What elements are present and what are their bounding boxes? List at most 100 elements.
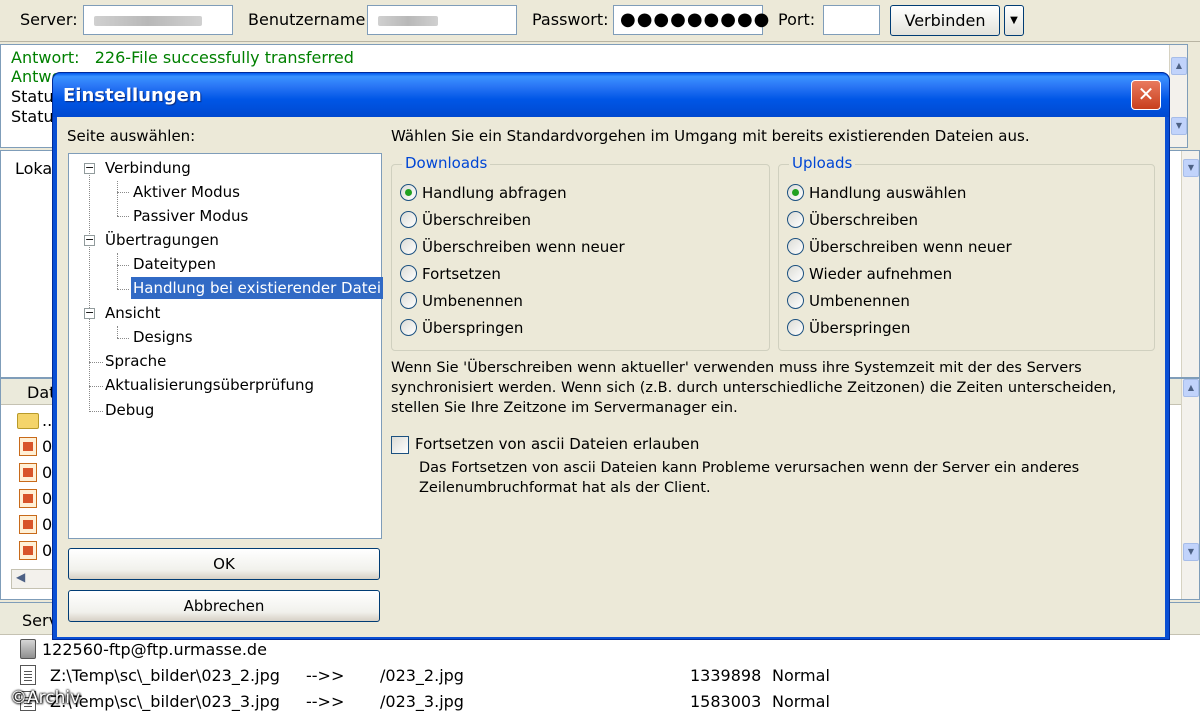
radio-label[interactable]: Fortsetzen bbox=[422, 263, 501, 285]
queue-server[interactable]: 122560-ftp@ftp.urmasse.de bbox=[42, 640, 267, 659]
collapse-icon[interactable]: − bbox=[84, 307, 95, 319]
radio-label[interactable]: Überspringen bbox=[809, 317, 910, 339]
password-label: Passwort: bbox=[532, 10, 609, 29]
queue-local-path[interactable]: Z:\Temp\sc\_bilder\023_3.jpg bbox=[50, 692, 280, 711]
radio-button[interactable] bbox=[400, 265, 417, 282]
dialog-title: Einstellungen bbox=[63, 85, 202, 106]
dialog-body: Seite auswählen: − Verbindung Aktiver Mo… bbox=[57, 117, 1165, 637]
downloads-group: Downloads Handlung abfragen Überschreibe… bbox=[391, 154, 770, 351]
collapse-icon[interactable]: − bbox=[84, 162, 95, 174]
close-icon[interactable]: ✕ bbox=[1131, 80, 1161, 110]
radio-button[interactable] bbox=[400, 211, 417, 228]
tree-item-dateitypen[interactable]: Dateitypen bbox=[131, 253, 218, 275]
radio-button[interactable] bbox=[787, 319, 804, 336]
file-icon bbox=[19, 437, 37, 456]
radio-label[interactable]: Überschreiben wenn neuer bbox=[422, 236, 625, 258]
local-scrollbar[interactable]: ▼ bbox=[1181, 151, 1199, 377]
cancel-button[interactable]: Abbrechen bbox=[68, 590, 380, 622]
tree-item-designs[interactable]: Designs bbox=[131, 326, 195, 348]
port-input[interactable] bbox=[823, 5, 880, 35]
radio-button[interactable] bbox=[787, 265, 804, 282]
file-icon bbox=[19, 515, 37, 534]
radio-button[interactable] bbox=[787, 238, 804, 255]
intro-text: Wählen Sie ein Standardvorgehen im Umgan… bbox=[391, 127, 1030, 145]
username-input[interactable] bbox=[367, 5, 517, 35]
tree-item-debug[interactable]: Debug bbox=[103, 399, 156, 421]
radio-label[interactable]: Handlung abfragen bbox=[422, 182, 567, 204]
uploads-title: Uploads bbox=[789, 154, 856, 172]
parent-folder[interactable]: .. bbox=[42, 411, 52, 430]
radio-button[interactable] bbox=[400, 184, 417, 201]
scroll-up-icon[interactable]: ▲ bbox=[1171, 57, 1187, 75]
tree-item-aktiver-modus[interactable]: Aktiver Modus bbox=[131, 181, 242, 203]
help-line: Zeilenumbruchformat hat als der Client. bbox=[419, 480, 711, 496]
radio-button[interactable] bbox=[400, 238, 417, 255]
file-row[interactable]: 0 bbox=[42, 489, 52, 508]
ascii-resume-checkbox[interactable] bbox=[391, 436, 409, 454]
radio-label[interactable]: Umbenennen bbox=[809, 290, 910, 312]
scroll-left-icon[interactable]: ◀ bbox=[16, 570, 25, 584]
radio-label[interactable]: Überschreiben wenn neuer bbox=[809, 236, 1012, 258]
log-scrollbar[interactable]: ▲ ▼ bbox=[1169, 45, 1187, 147]
horizontal-scrollbar[interactable]: ◀ bbox=[11, 569, 55, 589]
radio-label[interactable]: Überschreiben bbox=[422, 209, 531, 231]
port-label: Port: bbox=[778, 10, 816, 29]
password-input[interactable]: ●●●●●●●●● bbox=[613, 5, 769, 35]
file-scrollbar[interactable]: ▲ ▼ bbox=[1181, 379, 1199, 599]
uploads-group: Uploads Handlung auswählen Überschreiben… bbox=[778, 154, 1155, 351]
collapse-icon[interactable]: − bbox=[84, 234, 95, 246]
file-row[interactable]: 0 bbox=[42, 437, 52, 456]
tree-item-uebertragungen[interactable]: Übertragungen bbox=[103, 229, 221, 251]
radio-label[interactable]: Wieder aufnehmen bbox=[809, 263, 952, 285]
settings-tree[interactable]: − Verbindung Aktiver Modus Passiver Modu… bbox=[68, 153, 384, 539]
queue-remote-path: /023_2.jpg bbox=[380, 666, 464, 685]
file-icon bbox=[20, 665, 36, 685]
log-line: Antwort: 226-File successfully transferr… bbox=[11, 48, 354, 67]
tree-item-ansicht[interactable]: Ansicht bbox=[103, 302, 162, 324]
chevron-down-icon[interactable]: ▼ bbox=[1004, 5, 1024, 36]
note-line: Wenn Sie 'Überschreiben wenn aktueller' … bbox=[391, 360, 1082, 376]
queue-size: 1339898 bbox=[690, 666, 762, 685]
connect-button[interactable]: Verbinden bbox=[890, 5, 1000, 36]
tree-item-update-check[interactable]: Aktualisierungsüberprüfung bbox=[103, 374, 316, 396]
file-row[interactable]: 0 bbox=[42, 463, 52, 482]
radio-button[interactable] bbox=[400, 319, 417, 336]
chevron-down-icon[interactable]: ▼ bbox=[1183, 159, 1199, 177]
server-icon bbox=[20, 639, 36, 659]
ascii-resume-label[interactable]: Fortsetzen von ascii Dateien erlauben bbox=[415, 435, 699, 453]
file-icon bbox=[19, 489, 37, 508]
file-row[interactable]: 0 bbox=[42, 541, 52, 560]
tree-item-passiver-modus[interactable]: Passiver Modus bbox=[131, 205, 250, 227]
radio-label[interactable]: Überspringen bbox=[422, 317, 523, 339]
queue-remote-path: /023_3.jpg bbox=[380, 692, 464, 711]
server-input[interactable] bbox=[83, 5, 233, 35]
password-value: ●●●●●●●●● bbox=[620, 9, 771, 30]
tree-item-sprache[interactable]: Sprache bbox=[103, 350, 168, 372]
dialog-titlebar[interactable]: Einstellungen ✕ bbox=[53, 73, 1169, 117]
tree-item-handlung[interactable]: Handlung bei existierender Datei bbox=[131, 277, 384, 299]
queue-priority: Normal bbox=[772, 666, 830, 685]
ok-button[interactable]: OK bbox=[68, 548, 380, 580]
radio-label[interactable]: Handlung auswählen bbox=[809, 182, 966, 204]
radio-button[interactable] bbox=[787, 211, 804, 228]
file-icon bbox=[19, 463, 37, 482]
radio-label[interactable]: Überschreiben bbox=[809, 209, 918, 231]
log-text: 226-File successfully transferred bbox=[94, 48, 354, 67]
queue-direction: -->> bbox=[306, 692, 345, 711]
watermark: ©Archiv bbox=[10, 688, 81, 708]
scroll-down-icon[interactable]: ▼ bbox=[1183, 543, 1199, 561]
radio-label[interactable]: Umbenennen bbox=[422, 290, 523, 312]
user-label: Benutzername: bbox=[248, 10, 371, 29]
radio-button[interactable] bbox=[787, 184, 804, 201]
note-line: stellen Sie Ihre Zeitzone im Servermanag… bbox=[391, 400, 738, 416]
radio-button[interactable] bbox=[400, 292, 417, 309]
scroll-up-icon[interactable]: ▲ bbox=[1183, 379, 1199, 397]
blurred-value bbox=[378, 16, 438, 26]
radio-button[interactable] bbox=[787, 292, 804, 309]
downloads-title: Downloads bbox=[402, 154, 491, 172]
file-row[interactable]: 0 bbox=[42, 515, 52, 534]
log-prefix: Antwort: bbox=[11, 48, 80, 67]
scroll-down-icon[interactable]: ▼ bbox=[1171, 117, 1187, 135]
tree-item-verbindung[interactable]: Verbindung bbox=[103, 157, 193, 179]
queue-local-path[interactable]: Z:\Temp\sc\_bilder\023_2.jpg bbox=[50, 666, 280, 685]
